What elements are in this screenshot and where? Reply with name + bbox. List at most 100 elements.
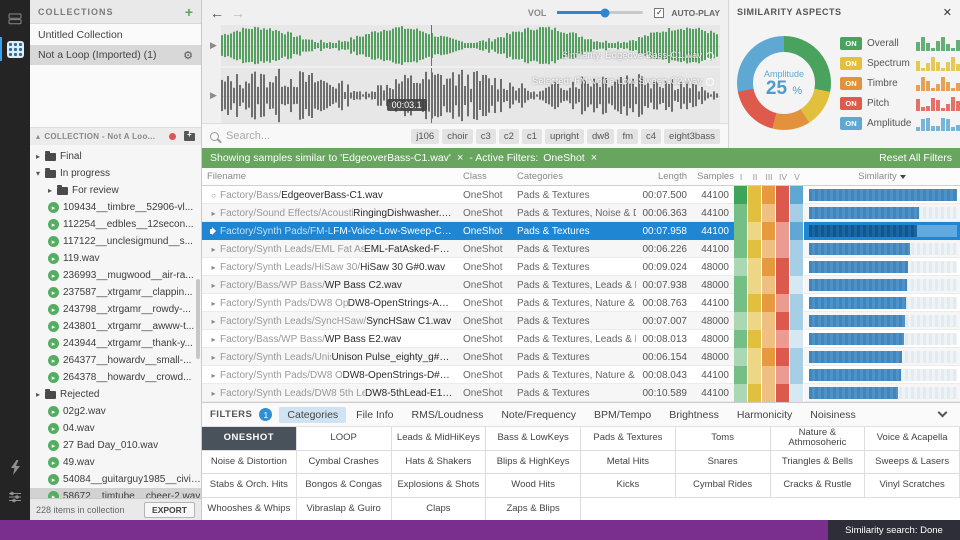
collection-tree-header[interactable]: ▴ COLLECTION - Not A Loo...: [30, 128, 201, 145]
browser-view-button[interactable]: [0, 34, 30, 64]
tree-file[interactable]: ▸ 54084__guitarguy1985__civild...: [30, 471, 201, 488]
play-icon[interactable]: ▸: [207, 245, 220, 254]
similarity-ring-icon[interactable]: [706, 77, 714, 86]
table-row[interactable]: ▸ Factory/Bass/WP Bass/ WP Bass E2.wav One…: [202, 330, 960, 348]
audio-file-icon[interactable]: ▸: [48, 219, 59, 230]
play-icon[interactable]: ▸: [207, 371, 220, 380]
audio-file-icon[interactable]: ▸: [48, 270, 59, 281]
audio-file-icon[interactable]: ▸: [48, 440, 59, 451]
reset-all-filters-button[interactable]: Reset All Filters: [879, 152, 952, 164]
audio-file-icon[interactable]: ▸: [48, 253, 59, 264]
audio-file-icon[interactable]: ▸: [48, 457, 59, 468]
table-row[interactable]: ▸Factory/Synth Pads/DW8 Op... DW8-OpenSt…: [202, 366, 960, 384]
category-cell[interactable]: Whooshes & Whips: [202, 497, 297, 520]
audio-file-icon[interactable]: ▸: [48, 423, 59, 434]
caret-icon[interactable]: ▸: [48, 186, 57, 195]
category-cell[interactable]: Cymbal Rides: [675, 474, 771, 498]
similarity-waveform[interactable]: Similarity: EdgeoverBass-C1.wav: [221, 25, 720, 66]
category-cell[interactable]: Vinyl Scratches: [865, 474, 960, 498]
category-cell[interactable]: Leads & MidHiKeys: [391, 427, 487, 451]
play-icon[interactable]: ▸: [207, 353, 220, 362]
table-row[interactable]: Factory/Synth Pads/FM-Lo... FM-Voice-Low…: [202, 222, 960, 240]
category-cell[interactable]: Metal Hits: [581, 450, 676, 474]
column-header-filename[interactable]: Filename: [202, 171, 458, 182]
audio-file-icon[interactable]: ▸: [48, 474, 59, 485]
tree-file[interactable]: ▸ 04.wav: [30, 420, 201, 437]
category-cell[interactable]: Stabs & Orch. Hits: [202, 474, 297, 498]
tree-folder[interactable]: ▾ In progress: [30, 165, 201, 182]
tree-file[interactable]: ▸ 109434__timbre__52906-vl...: [30, 199, 201, 216]
audio-file-icon[interactable]: ▸: [48, 491, 59, 498]
search-input[interactable]: [226, 130, 366, 142]
audio-file-icon[interactable]: ▸: [48, 321, 59, 332]
play-similarity-button[interactable]: ▶: [206, 25, 221, 66]
settings-sliders-button[interactable]: [0, 482, 30, 512]
tree-file[interactable]: ▸ 49.wav: [30, 454, 201, 471]
audio-file-icon[interactable]: ▸: [48, 287, 59, 298]
category-cell[interactable]: Toms: [675, 427, 771, 451]
search-tag[interactable]: eight3bass: [664, 128, 720, 144]
nav-forward-button[interactable]: →: [231, 6, 245, 20]
collection-item[interactable]: Not a Loop (Imported) (1) ⚙: [30, 45, 201, 65]
caret-icon[interactable]: ▾: [36, 169, 45, 178]
search-tag[interactable]: c4: [641, 128, 662, 144]
tree-file[interactable]: ▸ 112254__edbles__12secon...: [30, 216, 201, 233]
filter-tab-rms-loudness[interactable]: RMS/Loudness: [404, 407, 492, 423]
filter-tab-file-info[interactable]: File Info: [348, 407, 401, 423]
chevron-down-icon[interactable]: [937, 407, 948, 418]
play-icon[interactable]: ▸: [207, 335, 220, 344]
aspect-on-toggle[interactable]: ON: [840, 36, 862, 50]
category-cell[interactable]: Sweeps & Lasers: [865, 450, 960, 474]
caret-icon[interactable]: ▸: [36, 390, 45, 399]
filter-tab-note-frequency[interactable]: Note/Frequency: [493, 407, 584, 423]
search-tag[interactable]: choir: [442, 128, 473, 144]
category-cell[interactable]: Voice & Acapella: [865, 427, 960, 451]
filter-tab-brightness[interactable]: Brightness: [661, 407, 727, 423]
table-row[interactable]: ▸Factory/Synth Leads/EML Fat Aske... EML…: [202, 240, 960, 258]
tree-folder[interactable]: ▸ Final: [30, 148, 201, 165]
caret-icon[interactable]: ▸: [36, 152, 45, 161]
aspect-on-toggle[interactable]: ON: [840, 116, 862, 130]
audio-file-icon[interactable]: ▸: [48, 202, 59, 213]
aspect-column-header[interactable]: II: [748, 172, 762, 182]
table-row[interactable]: ▸ Factory/Synth Leads/SyncHSaw/ SyncHSaw …: [202, 312, 960, 330]
category-cell[interactable]: Wood Hits: [486, 474, 581, 498]
selected-waveform[interactable]: 00:03.1 Selected: FM-Voice-Low-Sweep-C2.…: [221, 68, 720, 123]
column-header-length[interactable]: Length: [636, 171, 692, 182]
category-cell[interactable]: Claps: [392, 497, 487, 520]
table-row[interactable]: ▸ Factory/Synth Leads/HiSaw 30/ HiSaw 30 …: [202, 258, 960, 276]
aspect-on-toggle[interactable]: ON: [840, 56, 862, 70]
tree-folder[interactable]: ▸ For review: [30, 182, 201, 199]
aspect-on-toggle[interactable]: ON: [840, 76, 862, 90]
tree-file[interactable]: ▸ 243801__xtrgamr__awww-t...: [30, 318, 201, 335]
audio-file-icon[interactable]: ▸: [48, 338, 59, 349]
play-icon[interactable]: ▸: [207, 209, 220, 218]
category-cell[interactable]: Nature & Athmosoheric: [770, 427, 866, 451]
aspect-column-header[interactable]: III: [762, 172, 776, 182]
clear-filter-icon[interactable]: ×: [590, 152, 598, 164]
search-tag[interactable]: c3: [475, 128, 496, 144]
aspect-on-toggle[interactable]: ON: [840, 96, 862, 110]
category-cell[interactable]: Bongos & Congas: [296, 474, 392, 498]
volume-thumb[interactable]: [600, 8, 610, 17]
search-tag[interactable]: c2: [498, 128, 519, 144]
play-selected-button[interactable]: ▶: [206, 68, 221, 123]
category-cell[interactable]: LOOP: [296, 427, 392, 451]
category-cell[interactable]: Bass & LowKeys: [486, 427, 581, 451]
filter-tab-bpm-tempo[interactable]: BPM/Tempo: [586, 407, 659, 423]
search-tag[interactable]: c1: [521, 128, 542, 144]
search-tag[interactable]: dw8: [587, 128, 615, 144]
close-panel-icon[interactable]: ✕: [943, 6, 952, 19]
tree-file[interactable]: ▸ 58672__timtube__cheer-2.wav: [30, 488, 201, 498]
aspect-column-header[interactable]: I: [734, 172, 748, 182]
aspect-weight-chart[interactable]: Amplitude 25 %: [737, 36, 831, 130]
category-cell[interactable]: Kicks: [581, 474, 676, 498]
quick-actions-button[interactable]: [0, 452, 30, 482]
sidebar-scrollbar[interactable]: [196, 279, 200, 360]
tree-folder[interactable]: ▸ Rejected: [30, 386, 201, 403]
audio-file-icon[interactable]: ▸: [48, 304, 59, 315]
audio-file-icon[interactable]: ▸: [48, 236, 59, 247]
search-tag[interactable]: fm: [617, 128, 638, 144]
category-cell[interactable]: Zaps & Blips: [486, 497, 581, 520]
tree-file[interactable]: ▸ 243798__xtrgamr__rowdy-...: [30, 301, 201, 318]
